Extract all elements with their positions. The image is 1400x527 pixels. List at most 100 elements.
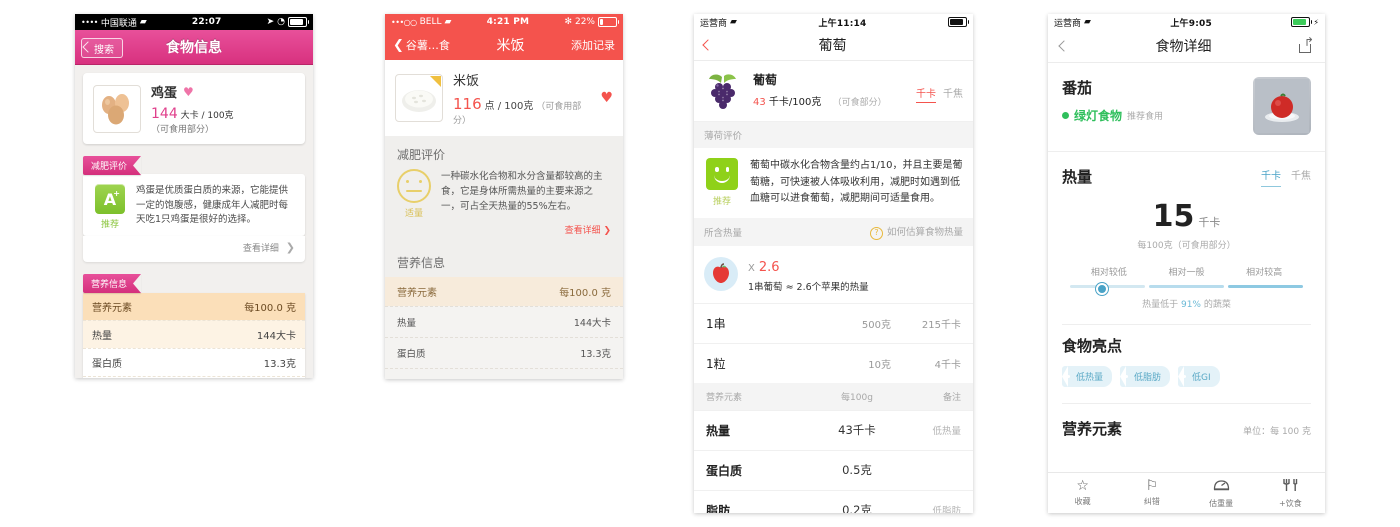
food-name: 葡萄 [753,73,778,87]
clock-label: 上午9:05 [1170,18,1212,29]
tab-report[interactable]: ⚐ 纠错 [1117,473,1186,513]
calorie-section-title: 所含热量 [704,227,743,239]
unit-tab-kcal[interactable]: 千卡 [1261,167,1281,187]
unit-tab-kj[interactable]: 千焦 [1291,167,1311,187]
portion-kcal: 215千卡 [921,319,961,331]
nutrition-table-header: 营养元素 每100.0 克 [83,293,305,320]
view-detail-button[interactable]: 查看详细 ❯ [385,223,623,244]
table-row: 热量 43千卡 低热量 [694,409,973,450]
egg-image [93,84,141,133]
clock-label: 4:21 PM [486,17,530,27]
food-name: 番茄 [1062,79,1093,97]
tab-estimate[interactable]: 估重量 [1187,473,1256,513]
tab-label: +饮食 [1279,499,1302,508]
diet-eval-section: 减肥评价 [83,154,305,175]
unit-switch[interactable]: 千卡 千焦 [1261,167,1311,187]
scale-icon [1187,478,1256,496]
scale-footnote: 热量低于 91% 的蔬菜 [1070,297,1303,310]
unit-tab-kj[interactable]: 千焦 [943,85,963,100]
help-link[interactable]: ? 如何估算食物热量 [869,224,963,240]
signal-icon: •••• [81,17,98,27]
green-dot-icon [1062,112,1069,119]
tab-add-diet[interactable]: +饮食 [1256,473,1325,513]
status-bar: •••• 中国联通 ▰ 22:07 ➤ ◔ [75,14,313,30]
apple-icon [704,257,738,291]
carrier-label: BELL [419,17,442,27]
diet-eval-title: 减肥评价 [397,148,446,162]
apple-equivalent-row: X 2.6 1串葡萄 ≈ 2.6个苹果的热量 [694,246,973,303]
highlight-tags: 低热量 低脂肪 低GI [1048,356,1325,391]
location-icon: ➤ [266,17,275,27]
col-per: 每100.0 克 [559,288,611,299]
col-note: 备注 [942,392,961,403]
star-icon: ☆ [1076,478,1089,494]
portion-weight: 10克 [868,359,891,371]
scale-knob[interactable] [1095,282,1108,295]
tag-low-gi: 低GI [1178,366,1220,387]
footnote-prefix: 热量低于 [1142,300,1179,310]
heart-icon[interactable]: ♥ [600,90,613,106]
face-badge: 适量 [397,169,431,219]
scale-track[interactable] [1070,282,1303,295]
carrier-label: 中国联通 [100,18,137,29]
diet-eval-text: 葡萄中碳水化合物含量约占1/10，并且主要是葡萄糖，可快速被人体吸收利用，减肥时… [750,160,963,204]
col-element: 营养元素 [397,288,437,299]
wifi-icon: ▰ [1084,16,1091,27]
neutral-face-icon [397,169,431,203]
nutrition-title: 营养元素 [1062,420,1123,438]
battery-percent-label: 22% [574,17,595,27]
food-summary-card[interactable]: 鸡蛋 ♥ 144 大卡 / 100克 （可食用部分） [83,73,305,144]
lock-icon: ◔ [277,17,285,27]
nutrition-unit-label: 单位：每 100 克 [1243,427,1311,437]
unit-switch[interactable]: 千卡 千焦 [916,71,963,103]
navigation-bar: 葡萄 [694,30,973,61]
eval-section-header: 薄荷评价 [694,122,973,148]
bluetooth-icon: ✻ [564,17,572,27]
scale-label-low: 相对较低 [1090,268,1127,278]
page-title: 米饭 [496,38,525,54]
tag-low-fat: 低脂肪 [1120,366,1171,387]
view-detail-label: 查看详细 [242,244,279,254]
multiply-sign: X [748,262,755,274]
wifi-icon: ▰ [730,16,737,27]
face-label: 适量 [404,209,423,219]
wifi-icon: ▰ [139,16,147,27]
table-row: 脂肪 0.2克 低脂肪 [694,489,973,514]
heart-icon[interactable]: ♥ [183,85,194,99]
unit-tab-kcal[interactable]: 千卡 [916,85,936,103]
food-calorie-line: 43 千卡/100克 （可食部分） [753,93,907,108]
share-icon[interactable] [1299,35,1314,53]
nutrition-title: 营养信息 [397,256,446,270]
row-key: 蛋白质 [92,359,122,370]
table-row: 热量 144大卡 [83,320,305,348]
calorie-section-header: 所含热量 ? 如何估算食物热量 [694,217,973,246]
carrier-label: 运营商 [700,18,728,29]
question-icon: ? [869,226,883,240]
wifi-icon: ▰ [444,16,452,27]
diet-eval-more-row[interactable]: 查看详细 ❯ [83,236,305,262]
table-row: 1粒 10克 4千卡 [694,342,973,383]
diet-eval-card: 适量 一种碳水化合物和水分含量都较高的主食，它是身体所需热量的主要来源之一，可占… [385,169,623,223]
calorie-value: 43 [753,97,766,108]
food-summary-card[interactable]: 米饭 116 点 / 100克 （可食用部分） ♥ [385,60,623,136]
back-label: 谷薯…食 [405,39,450,52]
fork-knife-icon [1256,478,1325,496]
grade-plus: + [113,189,120,198]
col-per: 每100.0 克 [244,303,296,314]
rice-image [395,74,443,122]
battery-icon [1291,17,1313,27]
scale-label-high: 相对较高 [1246,268,1283,278]
back-button[interactable]: 搜索 [81,38,123,58]
row-key: 脂肪 [706,503,731,514]
table-row: 脂肪 8.8克 [385,368,623,379]
col-element: 营养元素 [706,392,743,403]
add-record-button[interactable]: 添加记录 [571,37,615,53]
back-button[interactable]: ❮ 谷薯…食 [393,37,450,53]
nutrition-ribbon: 营养信息 [83,274,142,293]
tab-favorite[interactable]: ☆ 收藏 [1048,473,1117,513]
phone-screen-tomato: 运营商 ▰ 上午9:05 ⚡ 食物详细 番茄 绿灯食物 推荐食用 热量 千卡 [1048,14,1325,513]
table-row: 脂肪 8.8克 [83,376,305,378]
bottom-tab-bar: ☆ 收藏 ⚐ 纠错 估重量 +饮食 [1048,472,1325,513]
table-row: 1串 500克 215千卡 [694,302,973,343]
calorie-unit: 千卡 [1198,216,1221,229]
